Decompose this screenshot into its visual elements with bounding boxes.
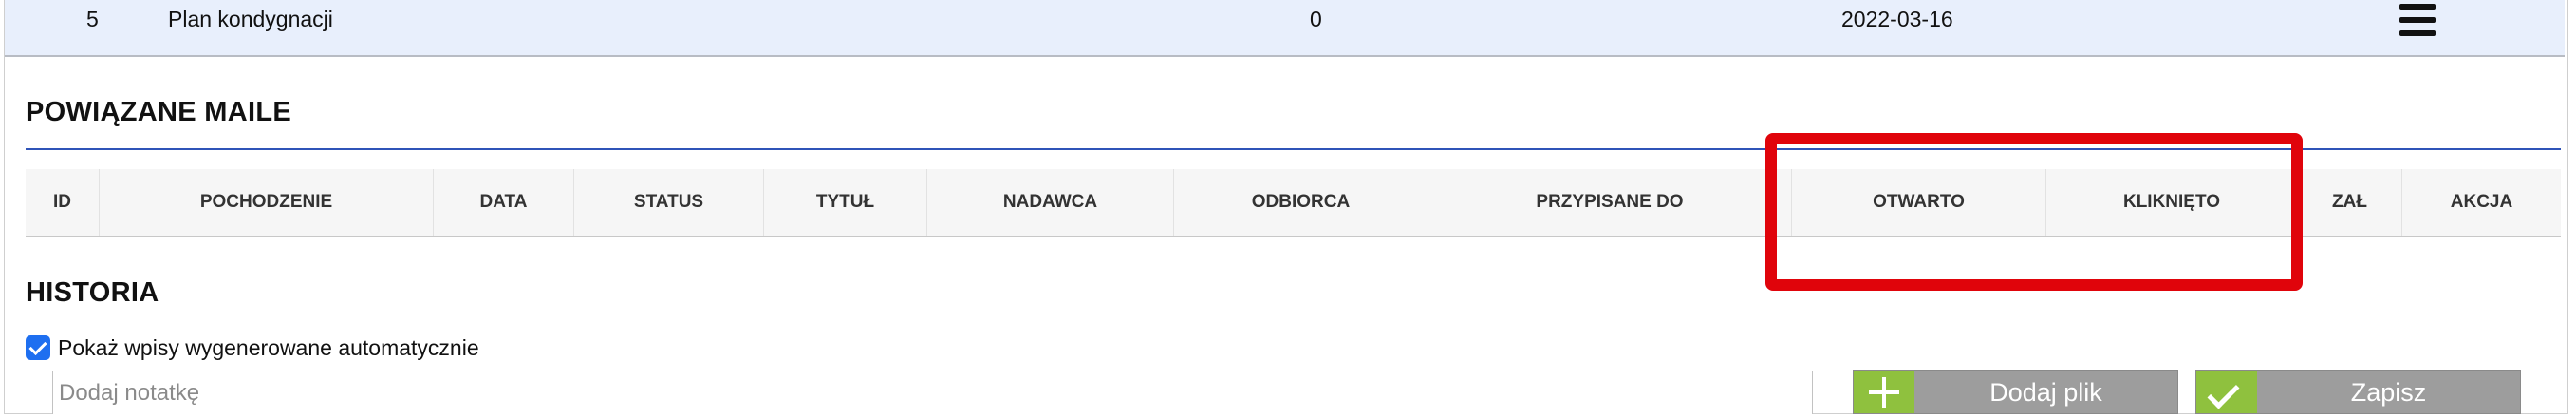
column-header-origin[interactable]: POCHODZENIE bbox=[100, 169, 434, 236]
auto-entries-label: Pokaż wpisy wygenerowane automatycznie bbox=[58, 334, 479, 360]
checkmark-icon bbox=[2196, 370, 2257, 413]
document-number: 5 bbox=[86, 7, 99, 31]
plus-icon bbox=[1854, 370, 1914, 413]
add-file-label: Dodaj plik bbox=[1989, 378, 2102, 407]
column-header-status[interactable]: STATUS bbox=[574, 169, 764, 236]
history-title: HISTORIA bbox=[26, 277, 159, 308]
column-header-opened[interactable]: OTWARTO bbox=[1792, 169, 2046, 236]
document-date: 2022-03-16 bbox=[1841, 7, 1953, 31]
column-header-title[interactable]: TYTUŁ bbox=[764, 169, 927, 236]
column-header-id[interactable]: ID bbox=[26, 169, 100, 236]
mails-table-header: ID POCHODZENIE DATA STATUS TYTUŁ NADAWCA… bbox=[26, 169, 2561, 238]
column-header-action[interactable]: AKCJA bbox=[2402, 169, 2561, 236]
column-header-attachments[interactable]: ZAŁ bbox=[2298, 169, 2402, 236]
auto-entries-toggle[interactable]: Pokaż wpisy wygenerowane automatycznie bbox=[26, 334, 479, 361]
related-mails-title: POWIĄZANE MAILE bbox=[26, 97, 291, 127]
section-divider bbox=[26, 148, 2561, 150]
column-header-recipient[interactable]: ODBIORCA bbox=[1174, 169, 1428, 236]
document-table-row[interactable]: 5 Plan kondygnacji 0 2022-03-16 bbox=[5, 0, 2565, 57]
auto-entries-checkbox[interactable] bbox=[26, 335, 50, 360]
document-count: 0 bbox=[1310, 7, 1322, 31]
column-header-assigned-to[interactable]: PRZYPISANE DO bbox=[1428, 169, 1792, 236]
column-header-sender[interactable]: NADAWCA bbox=[927, 169, 1174, 236]
hamburger-menu-icon[interactable] bbox=[2399, 4, 2436, 38]
column-header-clicked[interactable]: KLIKNIĘTO bbox=[2046, 169, 2298, 236]
add-file-button[interactable]: Dodaj plik bbox=[1853, 370, 2178, 414]
add-note-input[interactable] bbox=[52, 370, 1813, 414]
save-button[interactable]: Zapisz bbox=[2195, 370, 2521, 414]
document-name: Plan kondygnacji bbox=[168, 7, 333, 31]
column-header-date[interactable]: DATA bbox=[434, 169, 574, 236]
save-label: Zapisz bbox=[2350, 378, 2427, 407]
